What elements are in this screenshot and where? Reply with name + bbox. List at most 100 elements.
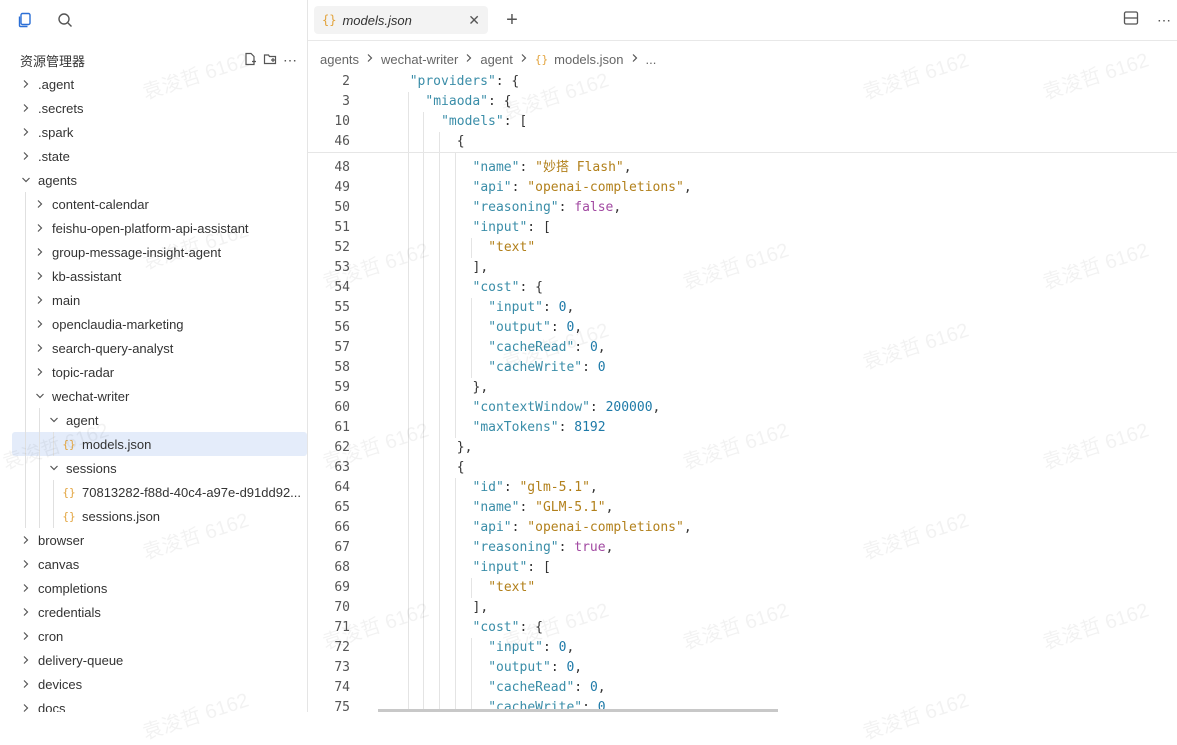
tree-folder-item[interactable]: agents: [0, 168, 307, 192]
indent-guide: [439, 178, 441, 198]
more-icon[interactable]: ⋯: [1157, 12, 1171, 29]
code-token: 8192: [574, 420, 606, 435]
tree-folder-item[interactable]: feishu-open-platform-api-assistant: [0, 216, 307, 240]
tree-folder-item[interactable]: devices: [0, 672, 307, 696]
tree-folder-item[interactable]: delivery-queue: [0, 648, 307, 672]
tab-models-json[interactable]: {} models.json ✕: [314, 6, 488, 34]
line-number: 64: [334, 480, 350, 495]
tree-folder-item[interactable]: sessions: [0, 456, 307, 480]
breadcrumb-item[interactable]: models.json: [554, 52, 623, 67]
code-token: ,: [597, 680, 606, 695]
tree-folder-item[interactable]: openclaudia-marketing: [0, 312, 307, 336]
tree-folder-item[interactable]: credentials: [0, 600, 307, 624]
close-icon[interactable]: ✕: [468, 12, 480, 29]
code-token: :: [574, 340, 590, 355]
indent-guide: [25, 360, 26, 384]
indent-guide: [423, 258, 425, 278]
indent-guide: [423, 398, 425, 418]
tree-item-label: docs: [38, 700, 66, 713]
indent-guide: [439, 478, 441, 498]
tree-folder-item[interactable]: .spark: [0, 120, 307, 144]
line-number: 69: [334, 580, 350, 595]
indent-guide: [53, 480, 54, 504]
tree-folder-item[interactable]: browser: [0, 528, 307, 552]
code-view[interactable]: 2 "providers": {3 "miaoda": {10 "models": […: [308, 72, 1177, 712]
indent-guide: [439, 218, 441, 238]
indent-guide: [439, 438, 441, 458]
breadcrumb-item[interactable]: wechat-writer: [381, 52, 458, 67]
tree-item-label: group-message-insight-agent: [52, 244, 222, 260]
tree-item-label: .state: [38, 148, 70, 164]
breadcrumb-item[interactable]: ...: [646, 52, 657, 67]
indent-guide: [470, 638, 472, 658]
line-number: 58: [334, 360, 350, 375]
tree-file-item[interactable]: {} models.json: [12, 432, 307, 456]
indent-guide: [407, 258, 409, 278]
code-token: "name": [472, 160, 520, 175]
indent-guide: [439, 338, 441, 358]
code-token: ,: [566, 300, 575, 315]
indent-guide: [423, 518, 425, 538]
tree-folder-item[interactable]: completions: [0, 576, 307, 600]
chevron-right-icon: [20, 534, 32, 546]
indent-guide: [439, 558, 441, 578]
search-icon[interactable]: [54, 9, 76, 31]
tree-file-item[interactable]: {} sessions.json: [0, 504, 307, 528]
indent-guide: [423, 338, 425, 358]
tree-folder-item[interactable]: docs: [0, 696, 307, 712]
indent-guide: [407, 132, 409, 152]
tree-folder-item[interactable]: .state: [0, 144, 307, 168]
split-editor-icon[interactable]: [1123, 10, 1139, 31]
line-number: 57: [334, 340, 350, 355]
code-token: :: [503, 480, 520, 495]
tree-folder-item[interactable]: kb-assistant: [0, 264, 307, 288]
new-tab-icon[interactable]: +: [502, 10, 522, 30]
tree-folder-item[interactable]: group-message-insight-agent: [0, 240, 307, 264]
chevron-right-icon: [34, 222, 46, 234]
tree-folder-item[interactable]: .agent: [0, 72, 307, 96]
json-file-icon: {}: [534, 52, 549, 66]
indent-guide: [407, 158, 409, 178]
tree-folder-item[interactable]: wechat-writer: [0, 384, 307, 408]
indent-guide: [407, 618, 409, 638]
breadcrumb-item[interactable]: agent: [480, 52, 513, 67]
line-number: 10: [334, 114, 350, 129]
indent-guide: [423, 438, 425, 458]
chevron-right-icon: [34, 342, 46, 354]
tree-item-label: completions: [38, 580, 108, 596]
indent-guide: [454, 358, 456, 378]
tree-item-label: openclaudia-marketing: [52, 316, 184, 332]
tree-item-label: sessions.json: [82, 508, 161, 524]
new-folder-icon[interactable]: [263, 52, 277, 69]
tree-folder-item[interactable]: content-calendar: [0, 192, 307, 216]
tree-folder-item[interactable]: search-query-analyst: [0, 336, 307, 360]
indent-guide: [407, 358, 409, 378]
new-file-icon[interactable]: [243, 52, 257, 69]
indent-guide: [454, 498, 456, 518]
indent-guide: [423, 358, 425, 378]
tree-file-item[interactable]: {} 70813282-f88d-40c4-a97e-d91dd92...: [0, 480, 307, 504]
tree-item-label: browser: [38, 532, 85, 548]
indent-guide: [470, 578, 472, 598]
tree-folder-item[interactable]: main: [0, 288, 307, 312]
tree-folder-item[interactable]: cron: [0, 624, 307, 648]
code-token: ,: [597, 340, 606, 355]
explorer-icon[interactable]: [14, 9, 36, 31]
line-number: 66: [334, 520, 350, 535]
json-file-icon: {}: [322, 13, 337, 27]
indent-guide: [439, 618, 441, 638]
tree-folder-item[interactable]: .secrets: [0, 96, 307, 120]
indent-guide: [407, 458, 409, 478]
tree-folder-item[interactable]: topic-radar: [0, 360, 307, 384]
indent-guide: [454, 518, 456, 538]
code-token: {: [456, 134, 465, 149]
indent-guide: [439, 458, 441, 478]
breadcrumb-item[interactable]: agents: [320, 52, 359, 67]
tree-item-label: cron: [38, 628, 64, 644]
more-actions-icon[interactable]: ⋯: [283, 52, 297, 69]
indent-guide: [439, 598, 441, 618]
tree-folder-item[interactable]: agent: [0, 408, 307, 432]
tree-item-label: .spark: [38, 124, 74, 140]
indent-guide: [423, 132, 425, 152]
tree-folder-item[interactable]: canvas: [0, 552, 307, 576]
